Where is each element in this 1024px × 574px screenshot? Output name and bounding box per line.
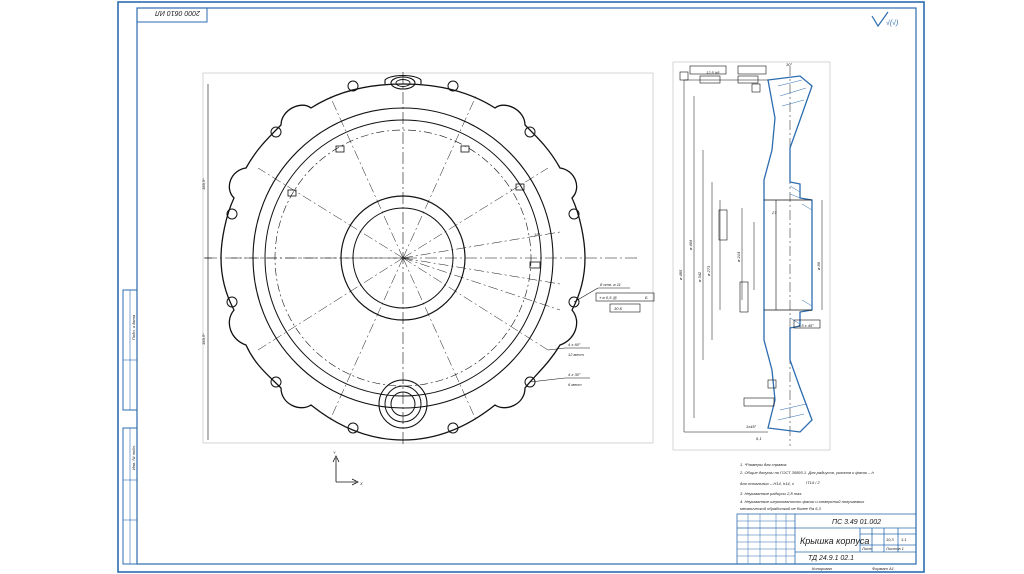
- holes-callout-ref: Б: [645, 295, 648, 300]
- holes-callout-text: 8 отв. ø 11: [600, 282, 621, 287]
- sheet-border: [117, 1, 925, 573]
- side-dim-h8: 12,5 h8: [706, 70, 720, 75]
- axis-indicator: [332, 455, 359, 486]
- front-dim-left-lower: 189,5*: [201, 333, 206, 345]
- side-view: [672, 61, 831, 451]
- side-dim-chamfer: 4,5 х 45°: [798, 323, 814, 328]
- side-dim-30deg: 30°: [786, 62, 792, 67]
- drawing-frame: [136, 7, 917, 565]
- side-stamp-lower-text: Инв. № подл.: [131, 445, 136, 470]
- axis-y-label: Y: [333, 450, 336, 455]
- side-dim-214: ø 214: [736, 251, 741, 262]
- side-dim-406: ø 406: [688, 239, 693, 250]
- roughness-text: √(√): [886, 19, 898, 27]
- angle-callout-2: 4 х 30°: [568, 372, 581, 377]
- side-dim-bottom-left: 1х45°: [746, 424, 757, 429]
- title-sheet: Лист: [861, 546, 873, 551]
- front-dim-left-upper: 189,5*: [201, 178, 206, 190]
- side-stamp-upper-text: Подп. и дата: [131, 314, 136, 340]
- title-copied: Копировал: [812, 566, 833, 571]
- side-view-viewport: [672, 61, 831, 451]
- title-scale: 1:1: [901, 537, 907, 542]
- side-dim-273: ø 273: [706, 265, 711, 276]
- side-dim-27: 27: [771, 210, 777, 215]
- note-2: 2. Общие допуски по ГОСТ 30893.1. Для ра…: [739, 470, 875, 475]
- note-4: 3. Неуказанные радиусы 2,8 max.: [740, 491, 802, 496]
- angle-callout-2-note: 6 мест: [568, 382, 582, 387]
- side-dim-342: ø 342: [697, 271, 702, 282]
- note-5: 4. Неуказанные шероховатость фасок и отв…: [740, 499, 865, 504]
- note-3: для остальных – H14, h14, ±: [740, 481, 795, 486]
- holes-callout-extra: 30 Б: [614, 306, 623, 311]
- title-format: Формат A1: [872, 566, 894, 571]
- title-part-name: Крышка корпуса: [800, 536, 869, 546]
- title-material: ТД 24.9.1 02.1: [808, 555, 854, 562]
- title-sheets: Листов 1: [885, 546, 904, 551]
- note-6: механической обработкой не более Ra 6,3: [740, 506, 822, 511]
- note-fraction: IT14 / 2: [806, 480, 820, 485]
- title-doc-number: ПС 3.49 01.002: [832, 519, 881, 526]
- axis-x-label: X: [359, 481, 363, 486]
- angle-callout-1: 4 х 60°: [568, 342, 581, 347]
- top-stamp-text: 2000 0610 ИЛ: [155, 9, 201, 16]
- technical-notes: 1. *Размеры для справок. 2. Общие допуск…: [739, 462, 875, 511]
- drawing-sheet: 2000 0610 ИЛ √(√) Подп. и дата Инв. № по…: [117, 1, 925, 573]
- note-1: 1. *Размеры для справок.: [740, 462, 787, 467]
- side-dim-86: ø 86: [816, 261, 821, 270]
- side-dim-bottom: 6,1: [756, 436, 762, 441]
- front-view: [202, 72, 654, 445]
- angle-callout-1-note: 12 мест: [568, 352, 584, 357]
- holes-callout-tol: ⌖ ø 0,5 Ⓜ: [599, 295, 618, 300]
- front-angle-label: 15°: [534, 232, 540, 237]
- title-mass: 10,3: [886, 537, 895, 542]
- section-profile: [763, 75, 813, 433]
- side-dim-485: ø 485: [678, 269, 683, 280]
